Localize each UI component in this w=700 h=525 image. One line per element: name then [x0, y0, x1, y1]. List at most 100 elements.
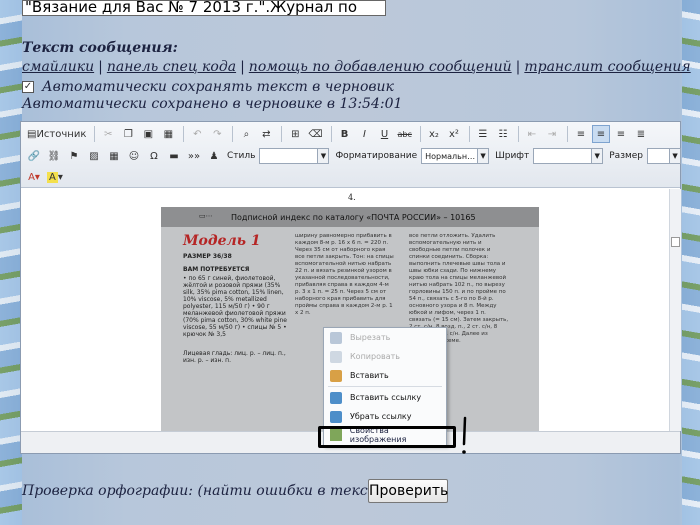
cut-icon: ✂ — [104, 128, 113, 140]
table-button[interactable]: ▦ — [105, 147, 123, 165]
align-right-button[interactable]: ≡ — [612, 125, 630, 143]
smiley-button[interactable]: ☺ — [125, 147, 143, 165]
remove-format-button[interactable]: ⌫ — [306, 125, 324, 143]
undo-button[interactable]: ↶ — [188, 125, 206, 143]
special-char-button[interactable]: Ω — [145, 147, 163, 165]
italic-button[interactable]: I — [356, 125, 374, 143]
style-label: Стиль — [227, 151, 256, 161]
unlink-icon: ⛓ — [47, 150, 61, 162]
source-button[interactable]: ▤ Источник — [25, 125, 88, 143]
chevron-down-icon: ▼ — [477, 149, 489, 163]
smileys-link[interactable]: смайлики — [22, 59, 94, 75]
bold-button[interactable]: B — [336, 125, 354, 143]
background-color-button[interactable]: A ▾ — [45, 168, 65, 186]
find-button[interactable]: ⌕ — [237, 125, 255, 143]
italic-icon: I — [363, 128, 366, 140]
unlink-icon — [330, 410, 342, 423]
link-separator: | — [515, 59, 521, 75]
decorative-flower-border-right — [682, 0, 700, 525]
align-left-button[interactable]: ≡ — [572, 125, 590, 143]
strike-button[interactable]: abc — [396, 125, 414, 143]
horizontal-rule-button[interactable]: ▬ — [165, 147, 183, 165]
eraser-icon: ⌫ — [308, 128, 323, 140]
editor-scrollbar[interactable] — [669, 189, 681, 431]
more-icon: »» — [187, 150, 201, 162]
more-button[interactable]: »» — [185, 147, 203, 165]
menu-item-cut[interactable]: Вырезать — [324, 328, 446, 347]
paste-icon — [330, 369, 342, 382]
text-color-icon: A▾ — [28, 171, 40, 183]
bulleted-list-button[interactable]: ☷ — [494, 125, 512, 143]
size-line: РАЗМЕР 36/38 — [183, 253, 232, 260]
toolbar-separator — [94, 126, 96, 142]
translit-link[interactable]: транслит сообщения — [524, 59, 690, 75]
toolbar-separator — [232, 126, 234, 142]
page-number: 4. — [348, 193, 356, 202]
menu-item-insert-link[interactable]: Вставить ссылку — [324, 388, 446, 407]
materials-text: • по 65 г синей, фиолетовой, жёлтой и ро… — [183, 275, 287, 338]
select-all-icon: ⊞ — [291, 128, 300, 140]
menu-item-remove-link[interactable]: Убрать ссылку — [324, 407, 446, 426]
align-left-icon: ≡ — [576, 128, 586, 140]
undo-icon: ↶ — [193, 128, 202, 140]
select-all-button[interactable]: ⊞ — [286, 125, 304, 143]
menu-item-copy[interactable]: Копировать — [324, 347, 446, 366]
spellcheck-button[interactable]: Проверить — [368, 479, 448, 503]
autosave-row: ✓ Автоматически сохранять текст в чернов… — [22, 79, 394, 95]
chevron-down-icon: ▼ — [669, 149, 681, 163]
subscript-button[interactable]: x₂ — [425, 125, 443, 143]
user-button[interactable]: ♟ — [205, 147, 223, 165]
special-code-panel-link[interactable]: панель спец кода — [107, 59, 236, 75]
source-label: Источник — [36, 128, 87, 140]
strike-icon: abc — [397, 129, 412, 139]
menu-item-paste[interactable]: Вставить — [324, 366, 446, 385]
style-select[interactable]: ▼ — [259, 148, 330, 164]
text-color-button[interactable]: A▾ — [25, 168, 43, 186]
paste-text-button[interactable]: ▦ — [159, 125, 177, 143]
link-icon: 🔗 — [27, 150, 41, 162]
font-label: Шрифт — [495, 151, 530, 161]
align-center-button[interactable]: ≡ — [591, 125, 610, 143]
paste-button[interactable]: ▣ — [139, 125, 157, 143]
toolbar-separator — [330, 126, 332, 142]
subscript-icon: x₂ — [428, 128, 439, 140]
anchor-button[interactable]: ⚑ — [65, 147, 83, 165]
autosave-checkbox[interactable]: ✓ — [22, 81, 34, 93]
cut-icon — [330, 331, 342, 344]
align-justify-button[interactable]: ≣ — [632, 125, 650, 143]
stitch-text: Лицевая гладь: лиц. р. – лиц. п., изн. р… — [183, 350, 286, 364]
help-link[interactable]: помощь по добавлению сообщений — [249, 59, 512, 75]
outdent-button[interactable]: ⇤ — [523, 125, 541, 143]
copy-button[interactable]: ❐ — [119, 125, 137, 143]
size-select[interactable]: ▼ — [647, 148, 682, 164]
indent-button[interactable]: ⇥ — [543, 125, 561, 143]
replace-icon: ⇄ — [262, 128, 271, 140]
toolbar-separator — [517, 126, 519, 142]
unlink-button[interactable]: ⛓ — [45, 147, 63, 165]
toolbar-separator — [468, 126, 470, 142]
redo-button[interactable]: ↷ — [208, 125, 226, 143]
format-select[interactable]: Нормальн… ▼ — [421, 148, 490, 164]
underline-button[interactable]: U — [376, 125, 394, 143]
superscript-icon: x² — [448, 128, 459, 140]
cut-button[interactable]: ✂ — [99, 125, 117, 143]
magazine-logo-icon: ▭⋯ — [199, 212, 213, 220]
editor-toolbar: ▤ Источник ✂ ❐ ▣ ▦ ↶ ↷ ⌕ ⇄ ⊞ ⌫ B I U abc… — [21, 122, 682, 188]
superscript-button[interactable]: x² — [445, 125, 463, 143]
numbered-list-button[interactable]: ☰ — [474, 125, 492, 143]
link-button[interactable]: 🔗 — [25, 147, 43, 165]
bulleted-list-icon: ☷ — [498, 128, 508, 140]
image-button[interactable]: ▨ — [85, 147, 103, 165]
toolbar-separator — [183, 126, 185, 142]
replace-button[interactable]: ⇄ — [257, 125, 275, 143]
subject-input[interactable]: "Вязание для Вас № 7 2013 г.".Журнал по … — [22, 0, 386, 16]
anchor-icon: ⚑ — [69, 150, 79, 162]
scrollbar-thumb[interactable] — [671, 237, 680, 247]
magazine-column-2: ширину равномерно прибавить в каждом 8-м… — [295, 233, 394, 316]
indent-icon: ⇥ — [547, 128, 557, 140]
font-select[interactable]: ▼ — [533, 148, 604, 164]
toolbar-separator — [281, 126, 283, 142]
copy-icon: ❐ — [123, 128, 133, 140]
find-icon: ⌕ — [243, 128, 250, 140]
link-separator: | — [98, 59, 103, 75]
